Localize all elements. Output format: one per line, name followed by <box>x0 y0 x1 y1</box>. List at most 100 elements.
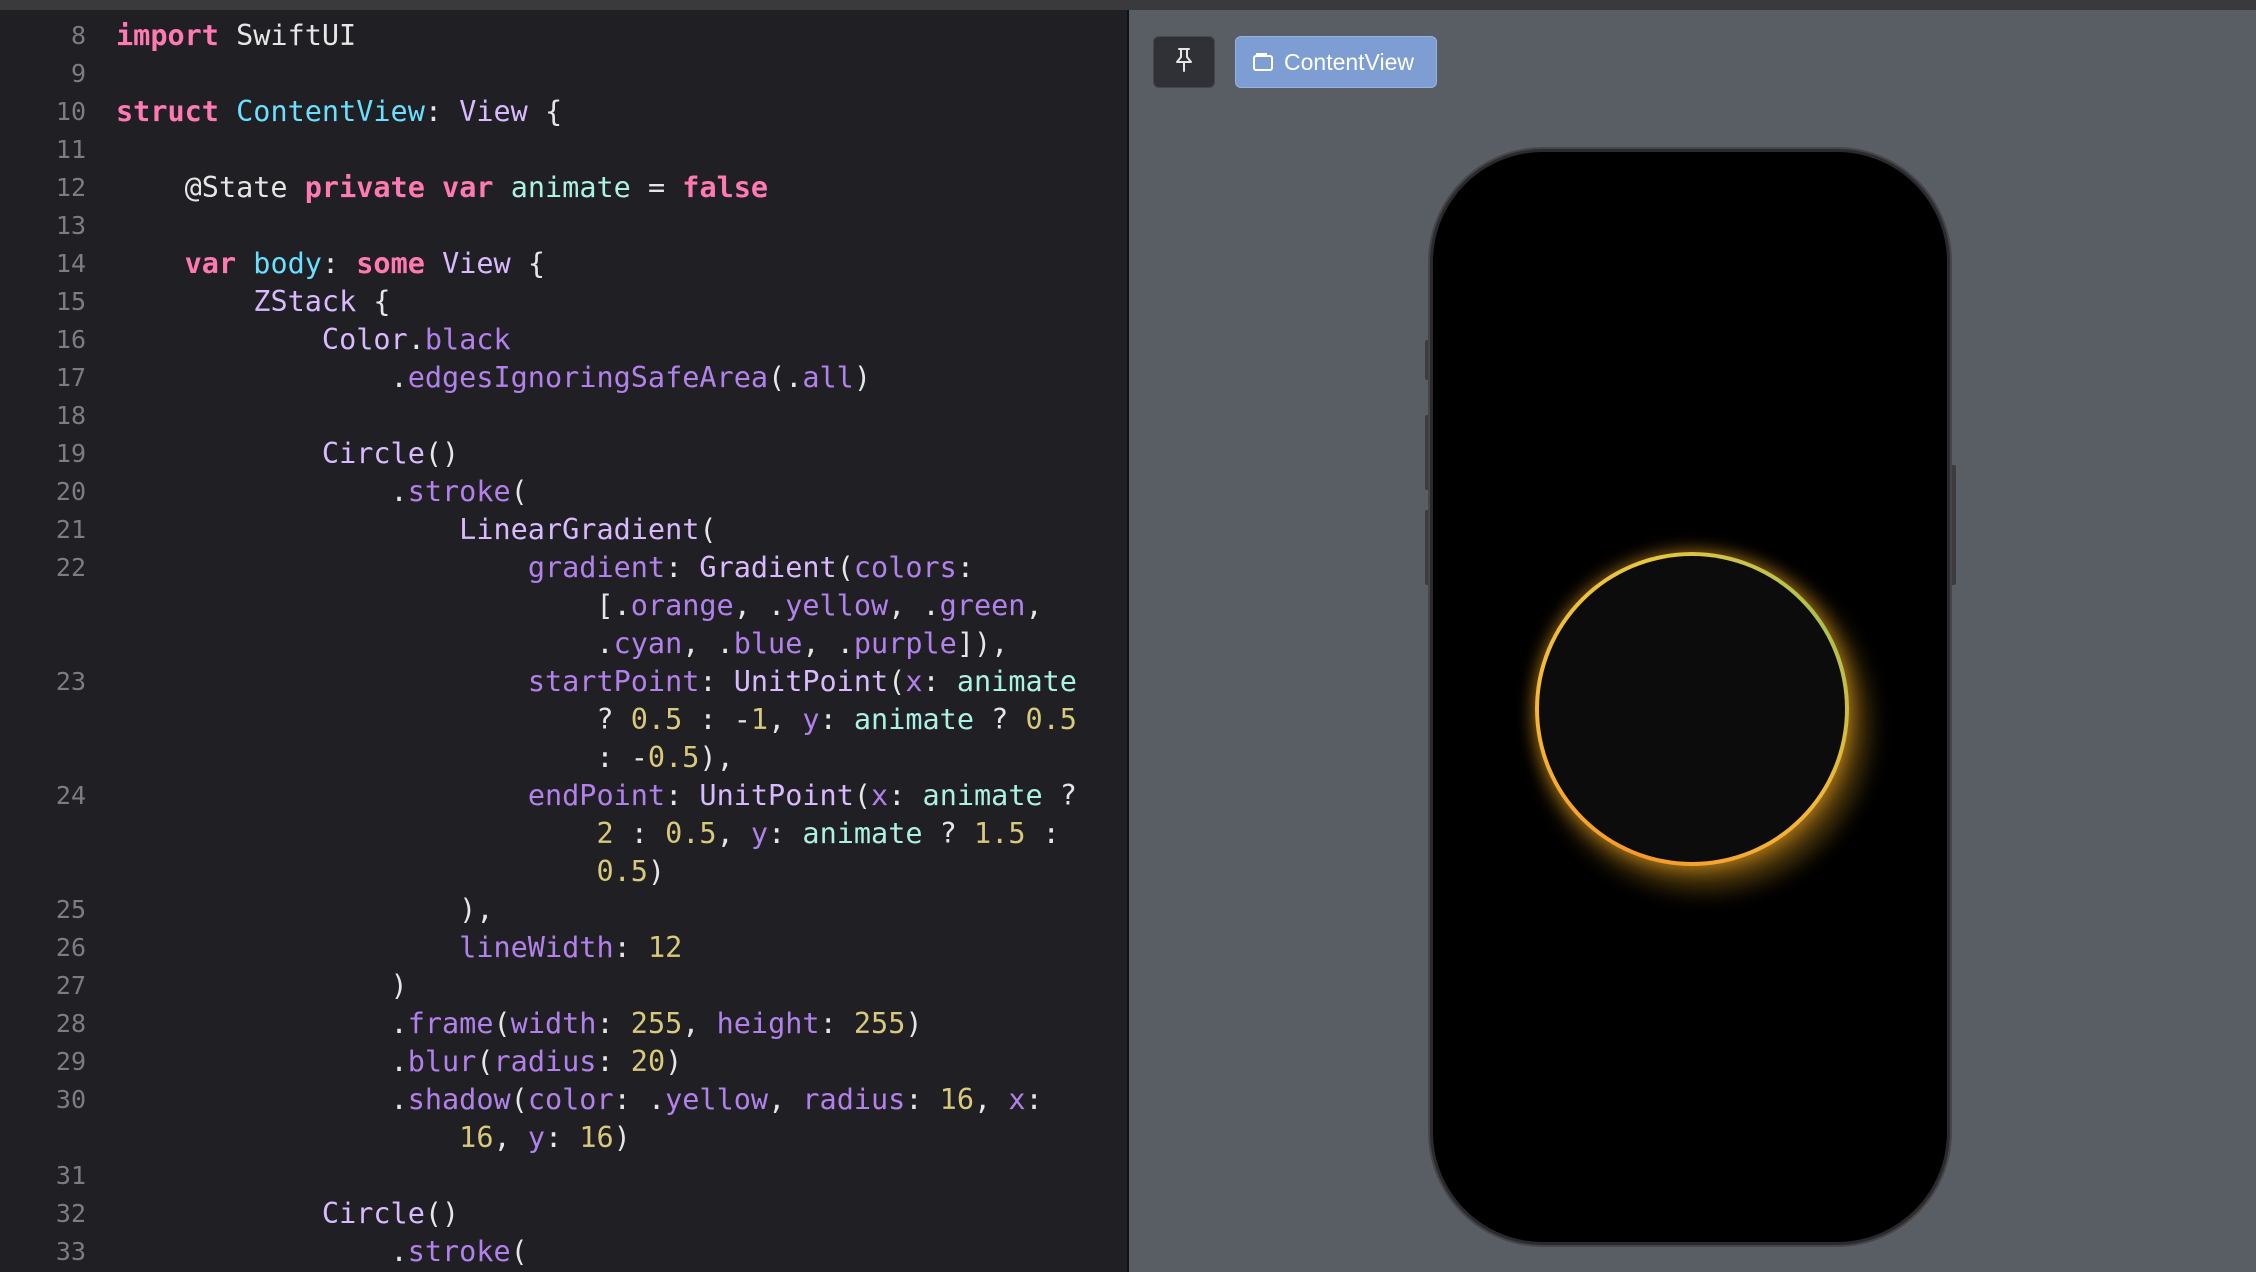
code-token: , <box>682 1007 717 1040</box>
code-token: : <box>699 665 734 698</box>
code-line[interactable]: 8 import SwiftUI <box>0 17 1120 55</box>
code-line[interactable]: 13 <box>0 207 1120 245</box>
line-number: 27 <box>55 971 86 1000</box>
code-token: var <box>184 247 237 280</box>
code-token: : <box>596 1045 631 1078</box>
code-token: stroke <box>407 1235 511 1268</box>
line-number: 20 <box>55 477 86 506</box>
code-token: black <box>424 323 511 356</box>
code-line[interactable]: 2 : 0.5, y: animate ? 1.5 : <box>0 815 1120 853</box>
code-token: UnitPoint <box>699 779 854 812</box>
xcode-window: 8 import SwiftUI 9 10 struct ContentView: Vi… <box>0 0 2256 1272</box>
code-token: ), <box>116 893 494 926</box>
code-token: 16 <box>579 1121 614 1154</box>
code-text: Color.black <box>116 321 511 359</box>
code-line[interactable]: 25 ), <box>0 891 1120 929</box>
code-line[interactable]: 24 endPoint: UnitPoint(x: animate ? <box>0 777 1120 815</box>
device-preview-phone <box>1433 152 1947 1242</box>
code-token: 0.5 <box>1025 703 1077 736</box>
code-token: [. <box>116 589 631 622</box>
code-token: : <box>922 665 957 698</box>
code-line[interactable]: 20 .stroke( <box>0 473 1120 511</box>
code-token: ( <box>888 665 906 698</box>
code-text: .stroke( <box>116 473 528 511</box>
preview-selector-contentview[interactable]: ContentView <box>1235 36 1437 88</box>
code-line[interactable]: 16 Color.black <box>0 321 1120 359</box>
code-token: private <box>304 171 425 204</box>
code-text: 0.5) <box>116 853 665 891</box>
code-token: y <box>527 1121 545 1154</box>
code-token: lineWidth <box>459 931 614 964</box>
code-line[interactable]: 21 LinearGradient( <box>0 511 1120 549</box>
code-line[interactable]: 16, y: 16) <box>0 1119 1120 1157</box>
code-token: 12 <box>647 931 683 964</box>
code-line[interactable]: .cyan, .blue, .purple]), <box>0 625 1120 663</box>
line-number: 24 <box>55 781 86 810</box>
code-line[interactable]: 11 <box>0 131 1120 169</box>
code-line[interactable]: 30 .shadow(color: .yellow, radius: 16, x… <box>0 1081 1120 1119</box>
preview-canvas: ContentView <box>1129 10 2256 1272</box>
code-line[interactable]: 32 Circle() <box>0 1195 1120 1233</box>
line-number: 22 <box>55 553 86 582</box>
code-line[interactable]: 0.5) <box>0 853 1120 891</box>
phone-power-button <box>1950 465 1956 585</box>
code-line[interactable]: 18 <box>0 397 1120 435</box>
pin-preview-button[interactable] <box>1153 36 1215 88</box>
code-line[interactable]: 9 <box>0 55 1120 93</box>
code-token: ) <box>647 855 666 888</box>
code-text: LinearGradient( <box>116 511 717 549</box>
code-line[interactable]: 14 var body: some View { <box>0 245 1120 283</box>
code-line[interactable]: 33 .stroke( <box>0 1233 1120 1271</box>
code-token: 0.5 <box>630 703 683 736</box>
code-text: startPoint: UnitPoint(x: animate <box>116 663 1077 701</box>
code-line[interactable]: 22 gradient: Gradient(colors: <box>0 549 1120 587</box>
code-text: @State private var animate = false <box>116 169 768 207</box>
line-number: 32 <box>55 1199 86 1228</box>
code-token: () <box>424 1197 460 1230</box>
code-line[interactable]: 28 .frame(width: 255, height: 255) <box>0 1005 1120 1043</box>
code-token: { <box>527 95 563 128</box>
code-token: : <box>888 779 923 812</box>
code-line[interactable]: 15 ZStack { <box>0 283 1120 321</box>
code-line[interactable]: 29 .blur(radius: 20) <box>0 1043 1120 1081</box>
code-token: x <box>905 665 923 698</box>
line-number: 12 <box>55 173 86 202</box>
code-token: blur <box>407 1045 477 1078</box>
code-line[interactable]: 27 ) <box>0 967 1120 1005</box>
code-token: gradient <box>527 551 666 584</box>
code-token: 2 <box>596 817 614 850</box>
code-token: ? <box>922 817 974 850</box>
code-editor[interactable]: 8 import SwiftUI 9 10 struct ContentView: Vi… <box>0 10 1128 1272</box>
code-line[interactable]: ? 0.5 : -1, y: animate ? 0.5 <box>0 701 1120 739</box>
code-line[interactable]: 26 lineWidth: 12 <box>0 929 1120 967</box>
code-token: animate <box>853 703 974 736</box>
code-token: ) <box>853 361 872 394</box>
code-text: ? 0.5 : -1, y: animate ? 0.5 <box>116 701 1077 739</box>
code-line[interactable]: 17 .edgesIgnoringSafeArea(.all) <box>0 359 1120 397</box>
code-token: ( <box>493 1007 511 1040</box>
code-line[interactable]: 31 <box>0 1157 1120 1195</box>
code-line[interactable]: [.orange, .yellow, .green, <box>0 587 1120 625</box>
code-token: : <box>321 247 357 280</box>
code-token: : - <box>682 703 751 736</box>
code-token: ( <box>699 513 717 546</box>
code-token: : . <box>613 1083 666 1116</box>
code-token: . <box>116 1083 408 1116</box>
code-line[interactable]: 23 startPoint: UnitPoint(x: animate <box>0 663 1120 701</box>
code-line[interactable]: 12 @State private var animate = false <box>0 169 1120 207</box>
line-number: 16 <box>55 325 86 354</box>
code-line[interactable]: 10 struct ContentView: View { <box>0 93 1120 131</box>
code-token: radius <box>493 1045 597 1078</box>
code-token: edgesIgnoringSafeArea <box>407 361 769 394</box>
code-token: yellow <box>665 1083 769 1116</box>
code-token: , <box>716 817 751 850</box>
line-number: 21 <box>55 515 86 544</box>
code-token: 1.5 <box>974 817 1026 850</box>
code-line[interactable]: 19 Circle() <box>0 435 1120 473</box>
code-line[interactable]: : -0.5), <box>0 739 1120 777</box>
code-text: 16, y: 16) <box>116 1119 631 1157</box>
